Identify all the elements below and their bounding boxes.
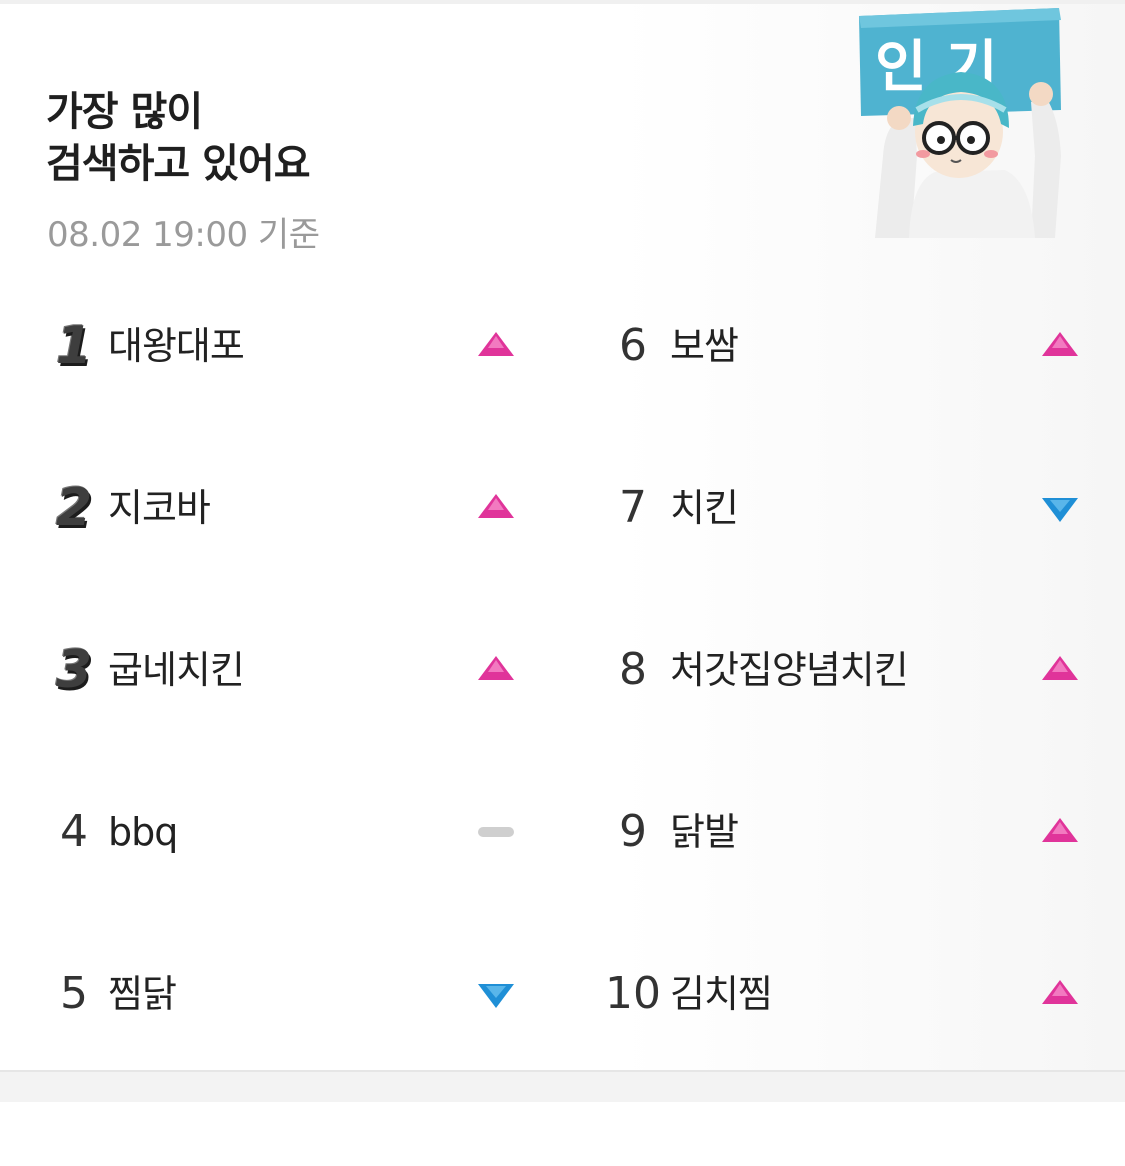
search-keyword[interactable]: 보쌈 bbox=[670, 318, 739, 374]
ranking-item[interactable]: 4 bbq bbox=[46, 752, 526, 914]
ranking-item[interactable]: 9 닭발 bbox=[604, 752, 1084, 914]
timestamp: 08.02 19:00 기준 bbox=[47, 215, 320, 255]
search-keyword[interactable]: bbq bbox=[108, 804, 178, 860]
rank-number: 1 bbox=[55, 316, 93, 376]
trend-down-icon bbox=[1042, 498, 1078, 522]
trend-up-icon bbox=[1042, 332, 1078, 356]
trend-same-icon bbox=[478, 827, 514, 837]
search-keyword[interactable]: 지코바 bbox=[108, 480, 211, 536]
ranking-item[interactable]: 8 처갓집양념치킨 bbox=[604, 590, 1084, 752]
trend-up-icon bbox=[1042, 980, 1078, 1004]
search-keyword[interactable]: 찜닭 bbox=[108, 966, 177, 1022]
rank-number: 4 bbox=[60, 806, 88, 857]
ranking-column-right: 6 보쌈 7 치킨 8 처갓집양념치킨 9 닭발 10 김치찜 bbox=[604, 266, 1084, 1076]
rank-number: 7 bbox=[619, 482, 647, 533]
ranking-item[interactable]: 7 치킨 bbox=[604, 428, 1084, 590]
ranking-item[interactable]: 2 지코바 bbox=[46, 428, 526, 590]
search-keyword[interactable]: 김치찜 bbox=[670, 966, 773, 1022]
ranking-item[interactable]: 6 보쌈 bbox=[604, 266, 1084, 428]
trend-down-icon bbox=[478, 984, 514, 1008]
rank-number: 2 bbox=[55, 478, 93, 538]
trend-up-icon bbox=[478, 656, 514, 680]
trending-card: 가장 많이 검색하고 있어요 08.02 19:00 기준 인 기 1 대왕대포 2… bbox=[0, 0, 1125, 1070]
rank-number: 8 bbox=[619, 644, 647, 695]
title-line-1: 가장 많이 bbox=[46, 89, 203, 135]
ranking-item[interactable]: 1 대왕대포 bbox=[46, 266, 526, 428]
search-keyword[interactable]: 대왕대포 bbox=[108, 318, 245, 374]
section-divider bbox=[0, 1070, 1125, 1104]
next-section bbox=[0, 1102, 1125, 1166]
trend-up-icon bbox=[1042, 656, 1078, 680]
search-keyword[interactable]: 치킨 bbox=[670, 480, 739, 536]
trend-up-icon bbox=[478, 332, 514, 356]
ranking-item[interactable]: 3 굽네치킨 bbox=[46, 590, 526, 752]
search-keyword[interactable]: 굽네치킨 bbox=[108, 642, 245, 698]
search-keyword[interactable]: 처갓집양념치킨 bbox=[670, 642, 909, 698]
rank-number: 9 bbox=[619, 806, 647, 857]
trend-up-icon bbox=[478, 494, 514, 518]
popular-character-illustration: 인 기 bbox=[859, 8, 1061, 238]
rank-number: 5 bbox=[60, 968, 88, 1019]
ranking-column-left: 1 대왕대포 2 지코바 3 굽네치킨 4 bbq 5 찜닭 bbox=[46, 266, 526, 1076]
ranking-item[interactable]: 5 찜닭 bbox=[46, 914, 526, 1076]
ranking-item[interactable]: 10 김치찜 bbox=[604, 914, 1084, 1076]
rank-number: 10 bbox=[605, 968, 661, 1019]
title-line-2: 검색하고 있어요 bbox=[46, 141, 311, 187]
rank-number: 3 bbox=[55, 640, 93, 700]
section-title: 가장 많이 검색하고 있어요 bbox=[46, 86, 311, 190]
trend-up-icon bbox=[1042, 818, 1078, 842]
rank-number: 6 bbox=[619, 320, 647, 371]
search-keyword[interactable]: 닭발 bbox=[670, 804, 739, 860]
